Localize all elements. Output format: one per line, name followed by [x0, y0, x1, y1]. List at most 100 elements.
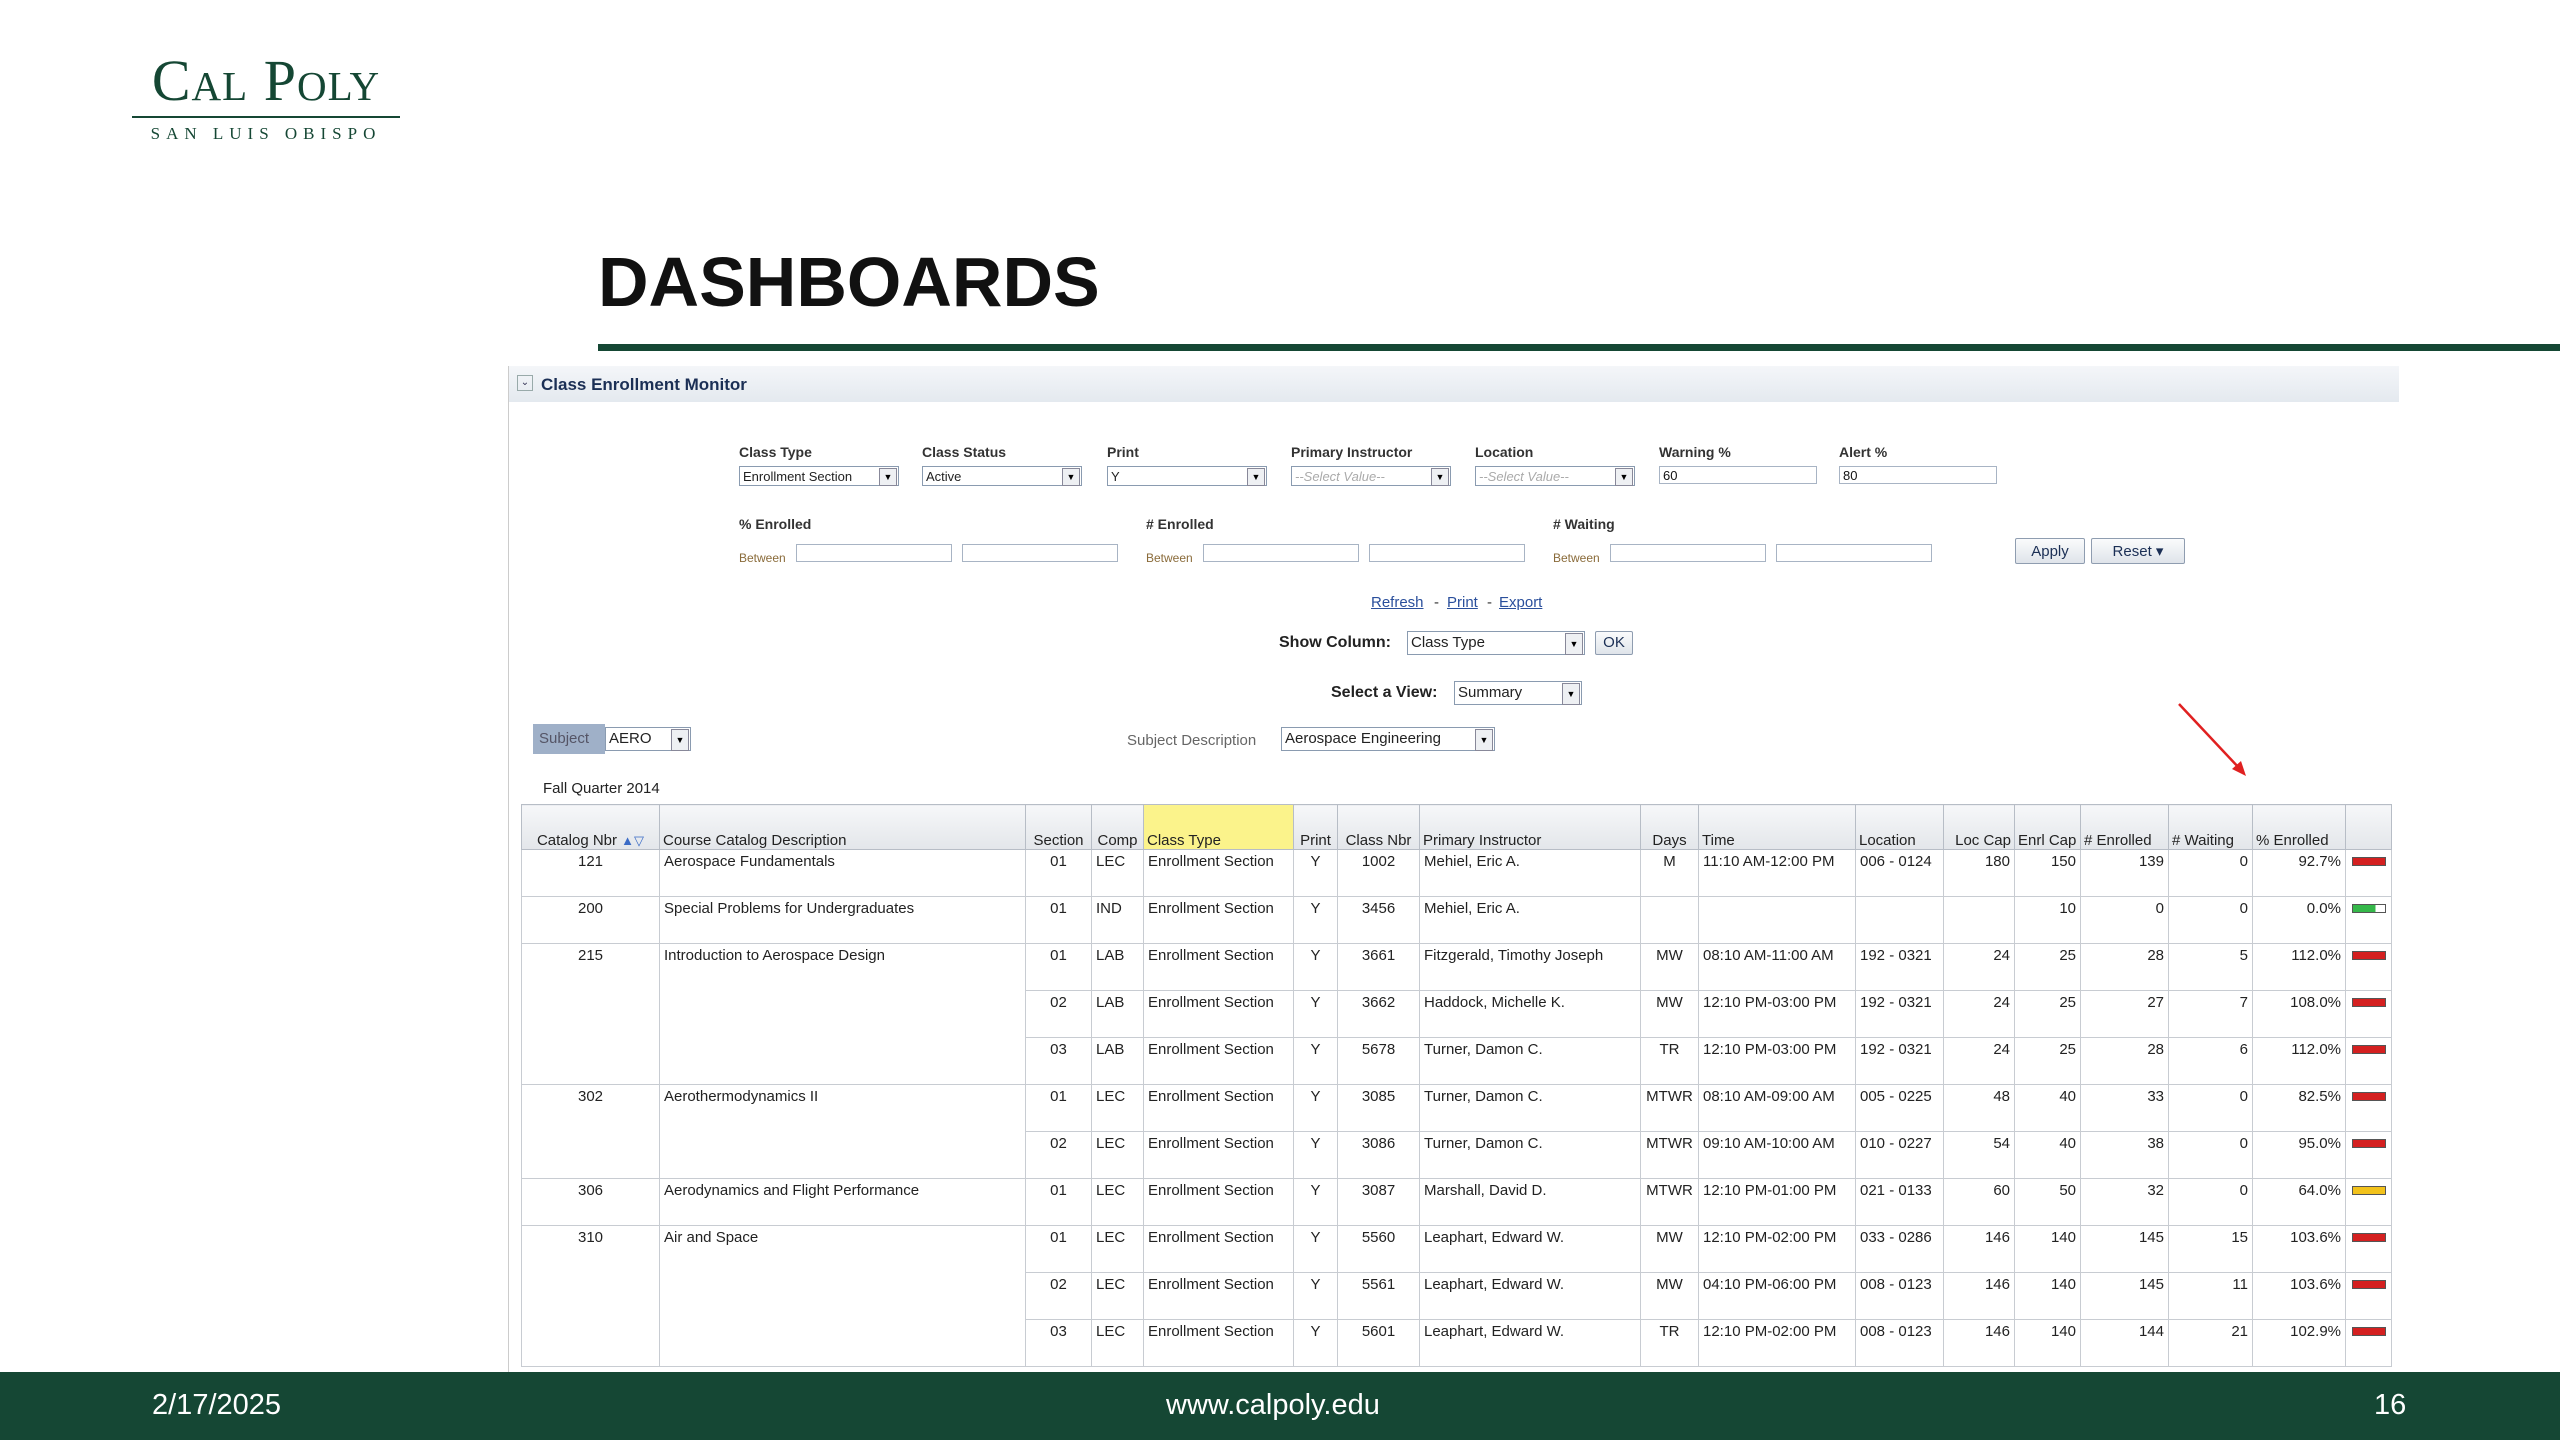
num-enrolled-max-input[interactable] [1369, 544, 1525, 562]
col-header-location[interactable]: Location [1855, 804, 1944, 850]
waiting-link[interactable]: 5 [2168, 943, 2253, 991]
enrolled-link[interactable]: 32 [2080, 1178, 2169, 1226]
col-header-loc-cap[interactable]: Loc Cap [1943, 804, 2015, 850]
class-nbr-link[interactable]: 5560 [1337, 1225, 1420, 1273]
print-cell: Y [1293, 1225, 1338, 1273]
apply-button[interactable]: Apply [2015, 538, 2085, 564]
enrl-cap-cell: 140 [2014, 1272, 2081, 1320]
warning-pct-input[interactable]: 60 [1659, 466, 1817, 484]
enrolled-link[interactable]: 145 [2080, 1272, 2169, 1320]
slide-title: DASHBOARDS [598, 243, 1100, 321]
enrolled-link[interactable]: 33 [2080, 1084, 2169, 1132]
catalog-cell: 121 [521, 849, 660, 897]
chevron-down-icon: ▼ [671, 729, 689, 751]
select-view-select[interactable]: Summary ▼ [1454, 681, 1582, 705]
class-nbr-link[interactable]: 5678 [1337, 1037, 1420, 1085]
instructor-cell: Mehiel, Eric A. [1419, 896, 1641, 944]
col-header-days[interactable]: Days [1640, 804, 1699, 850]
col-header-pct-enrolled[interactable]: % Enrolled [2252, 804, 2346, 850]
pct-enrolled-max-input[interactable] [962, 544, 1118, 562]
enrl-cap-cell: 140 [2014, 1225, 2081, 1273]
alert-pct-input[interactable]: 80 [1839, 466, 1997, 484]
status-bar-icon [2351, 1139, 2386, 1148]
primary-instructor-label: Primary Instructor [1291, 444, 1413, 460]
enrolled-link[interactable]: 139 [2080, 849, 2169, 897]
class-nbr-link[interactable]: 5561 [1337, 1272, 1420, 1320]
print-link[interactable]: Print [1447, 594, 1478, 611]
class-status-select[interactable]: Active ▼ [922, 466, 1082, 486]
enrolled-link[interactable]: 0 [2080, 896, 2169, 944]
col-header-class-type[interactable]: Class Type [1143, 804, 1294, 850]
link-separator: - [1434, 594, 1439, 611]
print-cell: Y [1293, 896, 1338, 944]
enrl-cap-cell: 25 [2014, 990, 2081, 1038]
location-select[interactable]: --Select Value-- ▼ [1475, 466, 1635, 486]
class-nbr-link[interactable]: 3086 [1337, 1131, 1420, 1179]
reset-button[interactable]: Reset ▾ [2091, 538, 2185, 564]
col-header-enrl-cap[interactable]: Enrl Cap [2014, 804, 2081, 850]
col-header-time[interactable]: Time [1698, 804, 1856, 850]
class-nbr-link[interactable]: 3661 [1337, 943, 1420, 991]
waiting-link[interactable]: 7 [2168, 990, 2253, 1038]
col-header-class-nbr[interactable]: Class Nbr [1337, 804, 1420, 850]
enrolled-link[interactable]: 145 [2080, 1225, 2169, 1273]
waiting-link[interactable]: 15 [2168, 1225, 2253, 1273]
ok-button[interactable]: OK [1595, 631, 1633, 655]
enrolled-link[interactable]: 28 [2080, 943, 2169, 991]
comp-cell: LAB [1091, 990, 1144, 1038]
class-nbr-link[interactable]: 3456 [1337, 896, 1420, 944]
export-link[interactable]: Export [1499, 594, 1542, 611]
waiting-link[interactable]: 6 [2168, 1037, 2253, 1085]
class-nbr-link[interactable]: 1002 [1337, 849, 1420, 897]
num-enrolled-min-input[interactable] [1203, 544, 1359, 562]
waiting-link[interactable]: 0 [2168, 1084, 2253, 1132]
subject-description-select[interactable]: Aerospace Engineering ▼ [1281, 727, 1495, 751]
enrolled-link[interactable]: 28 [2080, 1037, 2169, 1085]
print-select[interactable]: Y ▼ [1107, 466, 1267, 486]
class-nbr-link[interactable]: 3085 [1337, 1084, 1420, 1132]
section-cell: 02 [1025, 1272, 1092, 1320]
class-type-select[interactable]: Enrollment Section ▼ [739, 466, 899, 486]
class-nbr-link[interactable]: 5601 [1337, 1319, 1420, 1367]
class-type-cell: Enrollment Section [1143, 943, 1294, 991]
table-row: 02 LEC Enrollment Section Y 5561 Leaphart, Ed… [521, 1272, 2392, 1320]
table-row: 121 Aerospace Fundamentals 01 LEC Enrollment… [521, 849, 2392, 897]
waiting-link[interactable]: 0 [2168, 896, 2253, 944]
class-nbr-link[interactable]: 3662 [1337, 990, 1420, 1038]
col-header-print[interactable]: Print [1293, 804, 1338, 850]
sort-icon[interactable]: ▲▽ [621, 833, 644, 848]
loc-cap-cell: 54 [1943, 1131, 2015, 1179]
enrolled-link[interactable]: 38 [2080, 1131, 2169, 1179]
collapse-icon[interactable]: ⌄ [517, 375, 533, 391]
waiting-link[interactable]: 11 [2168, 1272, 2253, 1320]
show-column-select[interactable]: Class Type ▼ [1407, 631, 1585, 655]
pct-enrolled-min-input[interactable] [796, 544, 952, 562]
col-header-waiting[interactable]: # Waiting [2168, 804, 2253, 850]
col-header-catalog[interactable]: Catalog Nbr ▲▽ [521, 804, 660, 850]
enrolled-link[interactable]: 27 [2080, 990, 2169, 1038]
refresh-link[interactable]: Refresh [1371, 594, 1424, 611]
col-header-description[interactable]: Course Catalog Description [659, 804, 1026, 850]
primary-instructor-select[interactable]: --Select Value-- ▼ [1291, 466, 1451, 486]
waiting-link[interactable]: 21 [2168, 1319, 2253, 1367]
col-header-comp[interactable]: Comp [1091, 804, 1144, 850]
status-indicator-cell [2345, 896, 2392, 944]
class-nbr-link[interactable]: 3087 [1337, 1178, 1420, 1226]
pct-enrolled-cell: 64.0% [2252, 1178, 2346, 1226]
enrolled-link[interactable]: 144 [2080, 1319, 2169, 1367]
chevron-down-icon: ▼ [1247, 468, 1265, 486]
col-header-section[interactable]: Section [1025, 804, 1092, 850]
loc-cap-cell: 24 [1943, 1037, 2015, 1085]
col-header-instructor[interactable]: Primary Instructor [1419, 804, 1641, 850]
print-cell: Y [1293, 943, 1338, 991]
subject-select[interactable]: AERO ▼ [605, 727, 691, 751]
waiting-link[interactable]: 0 [2168, 849, 2253, 897]
instructor-cell: Fitzgerald, Timothy Joseph [1419, 943, 1641, 991]
waiting-link[interactable]: 0 [2168, 1178, 2253, 1226]
waiting-link[interactable]: 0 [2168, 1131, 2253, 1179]
num-waiting-max-input[interactable] [1776, 544, 1932, 562]
num-waiting-min-input[interactable] [1610, 544, 1766, 562]
col-header-enrolled[interactable]: # Enrolled [2080, 804, 2169, 850]
status-bar-icon [2351, 951, 2386, 960]
col-header-catalog-label: Catalog Nbr [536, 832, 617, 849]
